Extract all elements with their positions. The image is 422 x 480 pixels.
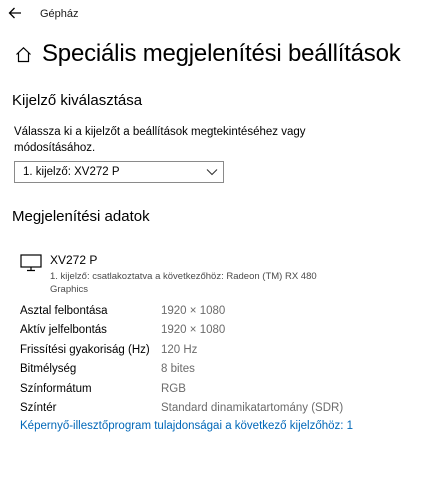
info-row-desktop-resolution: Asztal felbontása 1920 × 1080	[20, 301, 410, 321]
monitor-summary: XV272 P 1. kijelző: csatlakoztatva a köv…	[20, 252, 350, 296]
info-row-refresh-rate: Frissítési gyakoriság (Hz) 120 Hz	[20, 340, 410, 360]
info-label: Aktív jelfelbontás	[20, 324, 107, 337]
info-label: Bitmélység	[20, 363, 77, 376]
display-adapter-properties-link[interactable]: Képernyő-illesztőprogram tulajdonságai a…	[20, 420, 353, 432]
info-value: RGB	[161, 382, 186, 395]
monitor-icon	[20, 254, 42, 272]
info-row-bit-depth: Bitmélység 8 bites	[20, 360, 410, 380]
home-icon[interactable]	[14, 45, 32, 63]
info-value: 8 bites	[161, 363, 195, 376]
back-button[interactable]	[6, 4, 24, 22]
display-select-value: 1. kijelző: XV272 P	[23, 166, 120, 178]
monitor-name: XV272 P	[50, 253, 98, 267]
page-header: Speciális megjelenítési beállítások	[14, 40, 401, 68]
title-bar: Gépház	[0, 0, 422, 28]
monitor-info: XV272 P 1. kijelző: csatlakoztatva a köv…	[50, 252, 350, 296]
settings-window: Gépház Speciális megjelenítési beállítás…	[0, 0, 422, 480]
info-label: Színformátum	[20, 382, 92, 395]
app-title: Gépház	[40, 8, 79, 20]
display-select[interactable]: 1. kijelző: XV272 P	[14, 161, 224, 183]
info-label: Színtér	[20, 402, 57, 415]
info-row-color-format: Színformátum RGB	[20, 379, 410, 399]
info-value: 1920 × 1080	[161, 304, 226, 317]
info-value: Standard dinamikatartomány (SDR)	[161, 402, 344, 415]
info-label: Asztal felbontása	[20, 304, 108, 317]
display-info-heading: Megjelenítési adatok	[12, 208, 150, 225]
display-info-table: Asztal felbontása 1920 × 1080 Aktív jelf…	[20, 301, 410, 418]
select-display-heading: Kijelző kiválasztása	[12, 92, 143, 109]
chevron-down-icon	[201, 162, 223, 182]
select-display-description: Válassza ki a kijelzőt a beállítások meg…	[14, 126, 306, 154]
info-row-color-space: Színtér Standard dinamikatartomány (SDR)	[20, 399, 410, 419]
info-label: Frissítési gyakoriság (Hz)	[20, 343, 150, 356]
info-row-active-signal-resolution: Aktív jelfelbontás 1920 × 1080	[20, 321, 410, 341]
info-value: 120 Hz	[161, 343, 198, 356]
info-value: 1920 × 1080	[161, 324, 226, 337]
back-arrow-icon	[8, 7, 21, 19]
monitor-connection-text: 1. kijelző: csatlakoztatva a következőhö…	[50, 271, 317, 295]
page-title: Speciális megjelenítési beállítások	[42, 40, 401, 67]
